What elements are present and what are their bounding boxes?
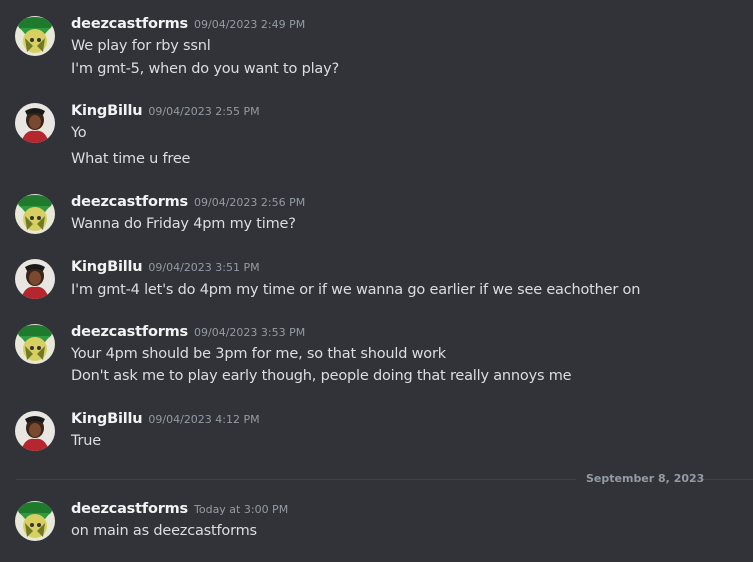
avatar-image (15, 411, 55, 451)
username[interactable]: KingBillu 09/04/2023 2:55 PM (71, 103, 260, 119)
author-name[interactable]: KingBillu (71, 259, 143, 275)
avatar-deezcastforms[interactable] (15, 501, 55, 541)
author-name[interactable]: KingBillu (71, 411, 143, 427)
message-line: Your 4pm should be 3pm for me, so that s… (71, 346, 446, 362)
message-line: Don't ask me to play early though, peopl… (71, 368, 572, 384)
author-name[interactable]: KingBillu (71, 103, 143, 119)
timestamp: 09/04/2023 3:51 PM (148, 261, 260, 274)
username[interactable]: deezcastforms Today at 3:00 PM (71, 501, 288, 517)
username[interactable]: deezcastforms 09/04/2023 2:49 PM (71, 16, 305, 32)
timestamp: 09/04/2023 2:56 PM (194, 196, 306, 209)
avatar-deezcastforms[interactable] (15, 324, 55, 364)
timestamp: 09/04/2023 2:49 PM (194, 18, 306, 31)
avatar-image (15, 16, 55, 56)
timestamp: Today at 3:00 PM (194, 503, 289, 516)
message-line: What time u free (71, 151, 191, 167)
avatar-kingbillu[interactable] (15, 411, 55, 451)
date-divider-label: September 8, 2023 (586, 472, 705, 485)
username[interactable]: KingBillu 09/04/2023 3:51 PM (71, 259, 260, 275)
date-divider-line (16, 479, 576, 480)
author-name[interactable]: deezcastforms (71, 324, 188, 340)
message-line: I'm gmt-4 let's do 4pm my time or if we … (71, 282, 641, 298)
avatar-kingbillu[interactable] (15, 103, 55, 143)
author-name[interactable]: deezcastforms (71, 501, 188, 517)
message-line: Yo (71, 125, 87, 141)
message-line: Wanna do Friday 4pm my time? (71, 216, 296, 232)
avatar-deezcastforms[interactable] (15, 194, 55, 234)
message-line: True (71, 433, 101, 449)
timestamp: 09/04/2023 2:55 PM (148, 105, 260, 118)
author-name[interactable]: deezcastforms (71, 16, 188, 32)
message-line: We play for rby ssnl (71, 38, 211, 54)
avatar-image (15, 324, 55, 364)
avatar-image (15, 259, 55, 299)
avatar-deezcastforms[interactable] (15, 16, 55, 56)
avatar-image (15, 501, 55, 541)
message-line: I'm gmt-5, when do you want to play? (71, 61, 339, 77)
timestamp: 09/04/2023 4:12 PM (148, 413, 260, 426)
avatar-kingbillu[interactable] (15, 259, 55, 299)
username[interactable]: deezcastforms 09/04/2023 3:53 PM (71, 324, 305, 340)
author-name[interactable]: deezcastforms (71, 194, 188, 210)
message-line: on main as deezcastforms (71, 523, 257, 539)
timestamp: 09/04/2023 3:53 PM (194, 326, 306, 339)
avatar-image (15, 103, 55, 143)
avatar-image (15, 194, 55, 234)
username[interactable]: deezcastforms 09/04/2023 2:56 PM (71, 194, 305, 210)
username[interactable]: KingBillu 09/04/2023 4:12 PM (71, 411, 260, 427)
